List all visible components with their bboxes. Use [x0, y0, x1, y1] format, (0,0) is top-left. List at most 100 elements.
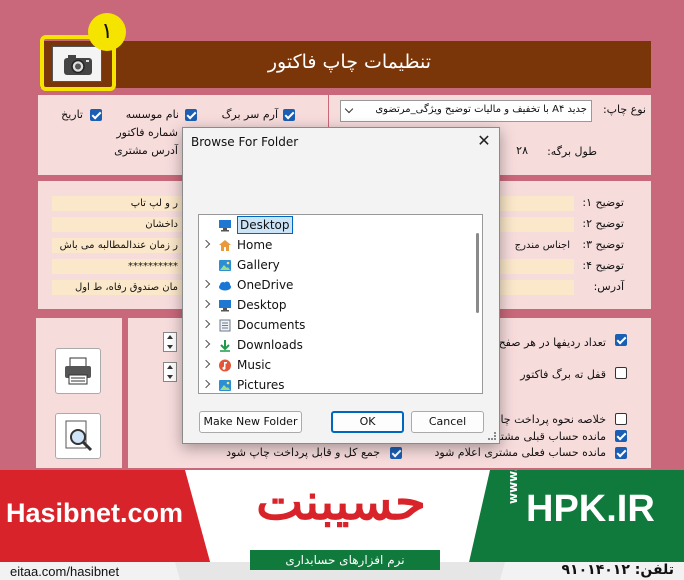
documents-icon — [218, 318, 232, 332]
folder-tree-item[interactable]: Downloads — [199, 335, 469, 355]
current-balance-checkbox[interactable] — [615, 447, 627, 459]
previous-balance-label: مانده حساب قبلی مشتر — [494, 430, 606, 443]
folder-tree-item-label: OneDrive — [237, 278, 294, 292]
folder-tree-item-label: Downloads — [237, 338, 303, 352]
dialog-title: Browse For Folder — [191, 135, 299, 149]
desktop-icon — [218, 298, 232, 312]
camera-icon — [64, 55, 92, 75]
previous-balance-checkbox[interactable] — [615, 430, 627, 442]
ok-button[interactable]: OK — [331, 411, 404, 433]
pictures-icon — [218, 378, 232, 391]
make-new-folder-button[interactable]: Make New Folder — [199, 411, 302, 433]
page-length-value: ۲۸ — [516, 144, 528, 157]
ad-banner: Hasibnet.com eitaa.com/hasibnet حسیبنت ن… — [0, 470, 684, 580]
logo-checkbox-label: آرم سر برگ — [221, 108, 278, 121]
eitaa-handle[interactable]: eitaa.com/hasibnet — [10, 564, 119, 579]
center-tagline: نرم افزارهای حسابداری — [250, 550, 440, 570]
folder-tree-item[interactable]: Home — [199, 235, 469, 255]
date-checkbox-label: تاریخ — [61, 108, 83, 121]
description-1-field[interactable]: ر و لپ تاپ — [52, 196, 182, 211]
hpk-brand[interactable]: HPK.IR — [526, 488, 655, 531]
printer-icon — [65, 357, 91, 385]
header-bar: تنظیمات چاپ فاکتور — [40, 41, 651, 88]
chevron-right-icon[interactable] — [201, 319, 211, 329]
folder-tree-item[interactable]: Music — [199, 355, 469, 375]
print-button[interactable] — [55, 348, 101, 394]
description-4-label: توضیح ۴: — [582, 259, 624, 272]
folder-tree-item-label: Desktop — [237, 298, 287, 312]
page-title: تنظیمات چاپ فاکتور — [267, 51, 431, 73]
folder-tree[interactable]: Desktop Home Gallery OneDrive Desktop Documen… — [198, 214, 483, 394]
folder-tree-item-label: Music — [237, 358, 272, 372]
address-field[interactable]: مان صندوق رفاه، ط اول — [52, 280, 182, 295]
description-4-field[interactable]: ********** — [52, 259, 182, 274]
folder-tree-item-label: Home — [237, 238, 273, 252]
total-payable-checkbox[interactable] — [390, 447, 402, 459]
chevron-right-icon[interactable] — [201, 379, 211, 389]
rows-spinner-1[interactable] — [163, 332, 177, 352]
folder-tree-item-label: Pictures — [237, 378, 285, 392]
lock-footer-checkbox[interactable] — [615, 367, 627, 379]
rows-spinner-2[interactable] — [163, 362, 177, 382]
description-2-label: توضیح ۲: — [582, 217, 624, 230]
address-label: آدرس: — [593, 280, 624, 293]
invoice-number-label: شماره فاکتور — [116, 126, 178, 139]
date-checkbox[interactable] — [90, 109, 102, 121]
folder-tree-item[interactable]: OneDrive — [199, 275, 469, 295]
browse-folder-dialog: Browse For Folder ✕ Desktop Home Gallery On… — [182, 127, 500, 444]
camera-button[interactable] — [52, 46, 102, 82]
step-badge-number: ١ — [101, 19, 113, 44]
print-type-label: نوع چاپ: — [602, 103, 646, 116]
folder-tree-item[interactable]: Documents — [199, 315, 469, 335]
music-icon — [218, 358, 232, 372]
folder-tree-item[interactable]: Gallery — [199, 255, 469, 275]
chevron-right-icon[interactable] — [201, 239, 211, 249]
lock-footer-label: قفل ته برگ فاکتور — [520, 368, 606, 381]
payment-summary-checkbox[interactable] — [615, 413, 627, 425]
center-logo: حسیبنت — [256, 472, 426, 531]
folder-tree-item[interactable]: Pictures — [199, 375, 469, 393]
close-icon[interactable]: ✕ — [475, 132, 493, 150]
downloads-icon — [218, 338, 232, 352]
current-balance-label: مانده حساب فعلی مشتری اعلام شود — [434, 446, 606, 459]
description-2-field[interactable]: داخشان — [52, 217, 182, 232]
payment-summary-label: خلاصه نحوه پرداخت چا — [500, 413, 606, 426]
chevron-right-icon[interactable] — [201, 359, 211, 369]
hpk-www: www. — [506, 470, 520, 504]
preview-button[interactable] — [55, 413, 101, 459]
customer-address-label: آدرس مشتری — [114, 144, 178, 157]
home-icon — [218, 238, 232, 251]
org-name-checkbox-label: نام موسسه — [125, 108, 179, 121]
description-fields-right-strip — [500, 196, 574, 295]
cancel-button[interactable]: Cancel — [411, 411, 484, 433]
print-preview-icon — [65, 420, 93, 452]
step-badge: ١ — [88, 13, 126, 51]
folder-tree-item-label: Documents — [237, 318, 306, 332]
folder-tree-item-label: Desktop — [237, 216, 293, 234]
tree-scrollbar[interactable] — [476, 233, 479, 313]
org-name-checkbox[interactable] — [185, 109, 197, 121]
folder-tree-item[interactable]: Desktop — [199, 215, 469, 235]
phone-number: تلفن: ۹۱۰۱۴۰۱۲ — [561, 562, 674, 578]
resize-grip-icon[interactable] — [488, 432, 496, 440]
cloud-icon — [218, 278, 232, 291]
logo-checkbox[interactable] — [283, 109, 295, 121]
folder-tree-item[interactable]: Desktop — [199, 295, 469, 315]
total-payable-label: جمع کل و قابل پرداخت چاپ شود — [226, 446, 380, 459]
gallery-icon — [218, 258, 232, 271]
hasibnet-brand[interactable]: Hasibnet.com — [6, 498, 183, 529]
chevron-right-icon[interactable] — [201, 339, 211, 349]
chevron-right-icon[interactable] — [201, 279, 211, 289]
print-type-select[interactable]: جدید A۴ با تخفیف و مالیات توضیح ویژگی_مر… — [340, 100, 592, 122]
desktop-icon — [218, 218, 232, 232]
rows-per-page-checkbox[interactable] — [615, 334, 627, 346]
folder-tree-item-label: Gallery — [237, 258, 280, 272]
print-type-select-value: جدید A۴ با تخفیف و مالیات توضیح ویژگی_مر… — [375, 104, 587, 115]
page-length-label: طول برگه: — [547, 145, 597, 158]
description-1-label: توضیح ۱: — [582, 196, 624, 209]
description-3-label: توضیح ۳: — [582, 238, 624, 251]
chevron-right-icon[interactable] — [201, 299, 211, 309]
description-3-field[interactable]: ر زمان عندالمطالبه می باش — [52, 238, 182, 253]
rows-per-page-label: تعداد ردیفها در هر صفح — [498, 336, 606, 349]
chevron-down-icon — [344, 104, 354, 114]
